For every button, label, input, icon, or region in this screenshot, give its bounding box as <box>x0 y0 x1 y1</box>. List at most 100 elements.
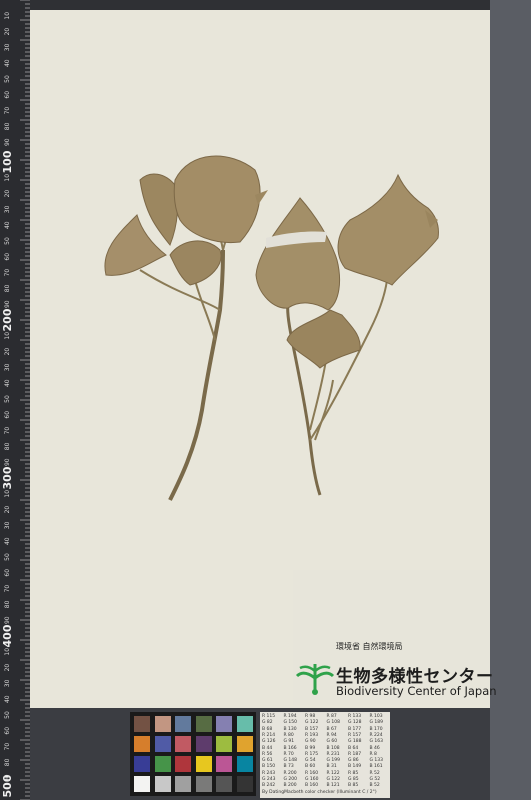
color-value-cell: G 160 <box>305 777 319 782</box>
color-card-caption: By DatingMacbeth color checker (Illumina… <box>262 790 377 795</box>
color-swatch <box>154 716 171 732</box>
color-value-cell: B 73 <box>283 764 294 770</box>
ruler-minor-label: 90 <box>4 138 11 146</box>
ruler-minor-label: 70 <box>4 585 11 593</box>
ruler-minor-label: 70 <box>4 743 11 751</box>
color-value-cell: G 163 <box>369 739 384 745</box>
color-swatch <box>216 716 232 732</box>
color-value-cell: B 177 <box>348 726 362 732</box>
ruler-minor-label: 70 <box>4 269 11 277</box>
ruler-minor-label: 50 <box>4 237 11 245</box>
ruler-minor-label: 20 <box>4 190 11 198</box>
background-right <box>490 0 531 800</box>
color-value-cell: B 149 <box>348 764 362 770</box>
color-value-cell: G 199 <box>326 758 341 764</box>
color-value-cell: B 200 <box>283 783 297 789</box>
color-value-cell: B 166 <box>283 745 297 751</box>
ruler-minor-label: 80 <box>4 600 11 608</box>
color-swatch <box>195 716 212 732</box>
ruler-minor-label: 70 <box>4 107 11 115</box>
ruler-minor-label: 50 <box>4 711 11 719</box>
ruler-major-label: 200 <box>1 308 14 331</box>
color-value-cell: B 85 <box>348 783 359 789</box>
color-value-cell: B 160 <box>305 783 319 789</box>
ruler-minor-label: 60 <box>4 411 11 419</box>
color-swatch <box>236 716 253 732</box>
color-swatch <box>175 736 191 752</box>
color-swatch <box>236 776 253 792</box>
color-swatch <box>134 776 150 792</box>
color-value-cell: B 242 <box>262 783 276 789</box>
ruler-minor-label: 60 <box>4 91 11 99</box>
color-value-cell: G 188 <box>348 739 362 745</box>
color-value-cell: R 187 <box>348 751 362 757</box>
ruler-minor-label: 20 <box>4 28 11 36</box>
ruler-minor-label: 20 <box>4 348 11 356</box>
color-value-cell: R 243 <box>262 770 276 776</box>
ruler-minor-label: 50 <box>4 395 11 403</box>
color-value-cell: R 200 <box>283 770 297 776</box>
color-value-cell: R 103 <box>369 714 383 719</box>
color-value-cell: R 52 <box>369 770 380 776</box>
color-value-cell: G 122 <box>305 720 319 726</box>
ruler-minor-label: 20 <box>4 506 11 514</box>
color-value-cell: R 8 <box>369 751 377 757</box>
color-swatch <box>195 736 212 752</box>
color-swatch <box>154 776 171 792</box>
ruler-minor-label: 80 <box>4 284 11 292</box>
color-value-cell: R 56 <box>262 751 273 757</box>
color-value-cell: B 121 <box>326 783 340 789</box>
color-value-cell: R 80 <box>283 732 294 738</box>
ruler-minor-label: 30 <box>4 521 11 529</box>
color-value-cell: G 108 <box>326 720 341 726</box>
color-value-cell: B 68 <box>262 726 273 732</box>
ruler-minor-label: 50 <box>4 553 11 561</box>
color-value-cell: R 94 <box>326 732 337 738</box>
color-value-cell: B 99 <box>305 745 316 751</box>
color-value-cell: R 87 <box>326 714 337 719</box>
color-value-cell: B 46 <box>369 745 380 751</box>
color-value-cell: B 150 <box>262 764 276 770</box>
color-value-cell: B 108 <box>326 745 340 751</box>
ruler-minor-label: 40 <box>4 537 11 545</box>
color-value-cell: G 91 <box>283 739 295 745</box>
color-checker-swatches <box>130 712 256 796</box>
color-value-cell: R 85 <box>348 770 359 776</box>
color-value-cell: G 86 <box>348 758 359 764</box>
color-value-cell: G 243 <box>262 777 276 782</box>
color-value-cell: R 194 <box>283 714 297 719</box>
color-value-cell: R 98 <box>305 714 316 719</box>
color-value-cell: B 52 <box>369 783 380 789</box>
color-value-cell: B 44 <box>262 745 273 751</box>
ruler-minor-label: 40 <box>4 695 11 703</box>
color-value-cell: B 161 <box>369 764 383 770</box>
ruler-minor-label: 50 <box>4 75 11 83</box>
ruler-ticks: 1002003004005001020304050607080901020304… <box>1 0 30 800</box>
color-swatch <box>236 736 253 752</box>
color-value-cell: G 60 <box>326 739 338 745</box>
color-swatch <box>236 756 253 772</box>
ruler-minor-label: 90 <box>4 458 11 466</box>
color-value-cell: G 189 <box>369 720 384 726</box>
ruler-minor-label: 80 <box>4 442 11 450</box>
color-value-cell: G 82 <box>262 720 273 726</box>
ruler-minor-label: 30 <box>4 363 11 371</box>
ruler-minor-label: 10 <box>4 12 11 20</box>
color-swatch <box>134 716 150 732</box>
color-value-cell: G 54 <box>305 758 316 764</box>
color-value-cell: R 133 <box>348 714 362 719</box>
color-swatch <box>175 776 191 792</box>
color-swatch <box>154 756 171 772</box>
measurement-ruler: 100 200 300 400 500 10 20 30 40 50 60 70 80 90 10 20 30 4… <box>0 0 30 800</box>
ruler-minor-label: 30 <box>4 205 11 213</box>
color-value-cell: G 150 <box>283 720 298 726</box>
color-swatch <box>154 736 171 752</box>
color-value-cell: R 115 <box>262 714 276 719</box>
ruler-minor-label: 20 <box>4 664 11 672</box>
ruler-minor-label: 10 <box>4 648 11 656</box>
color-value-cell: G 52 <box>369 777 381 782</box>
color-value-cell: G 148 <box>283 758 298 764</box>
institution-name-en: Biodiversity Center of Japan <box>336 684 497 698</box>
ruler-minor-label: 10 <box>4 174 11 182</box>
ruler-minor-label: 10 <box>4 332 11 340</box>
